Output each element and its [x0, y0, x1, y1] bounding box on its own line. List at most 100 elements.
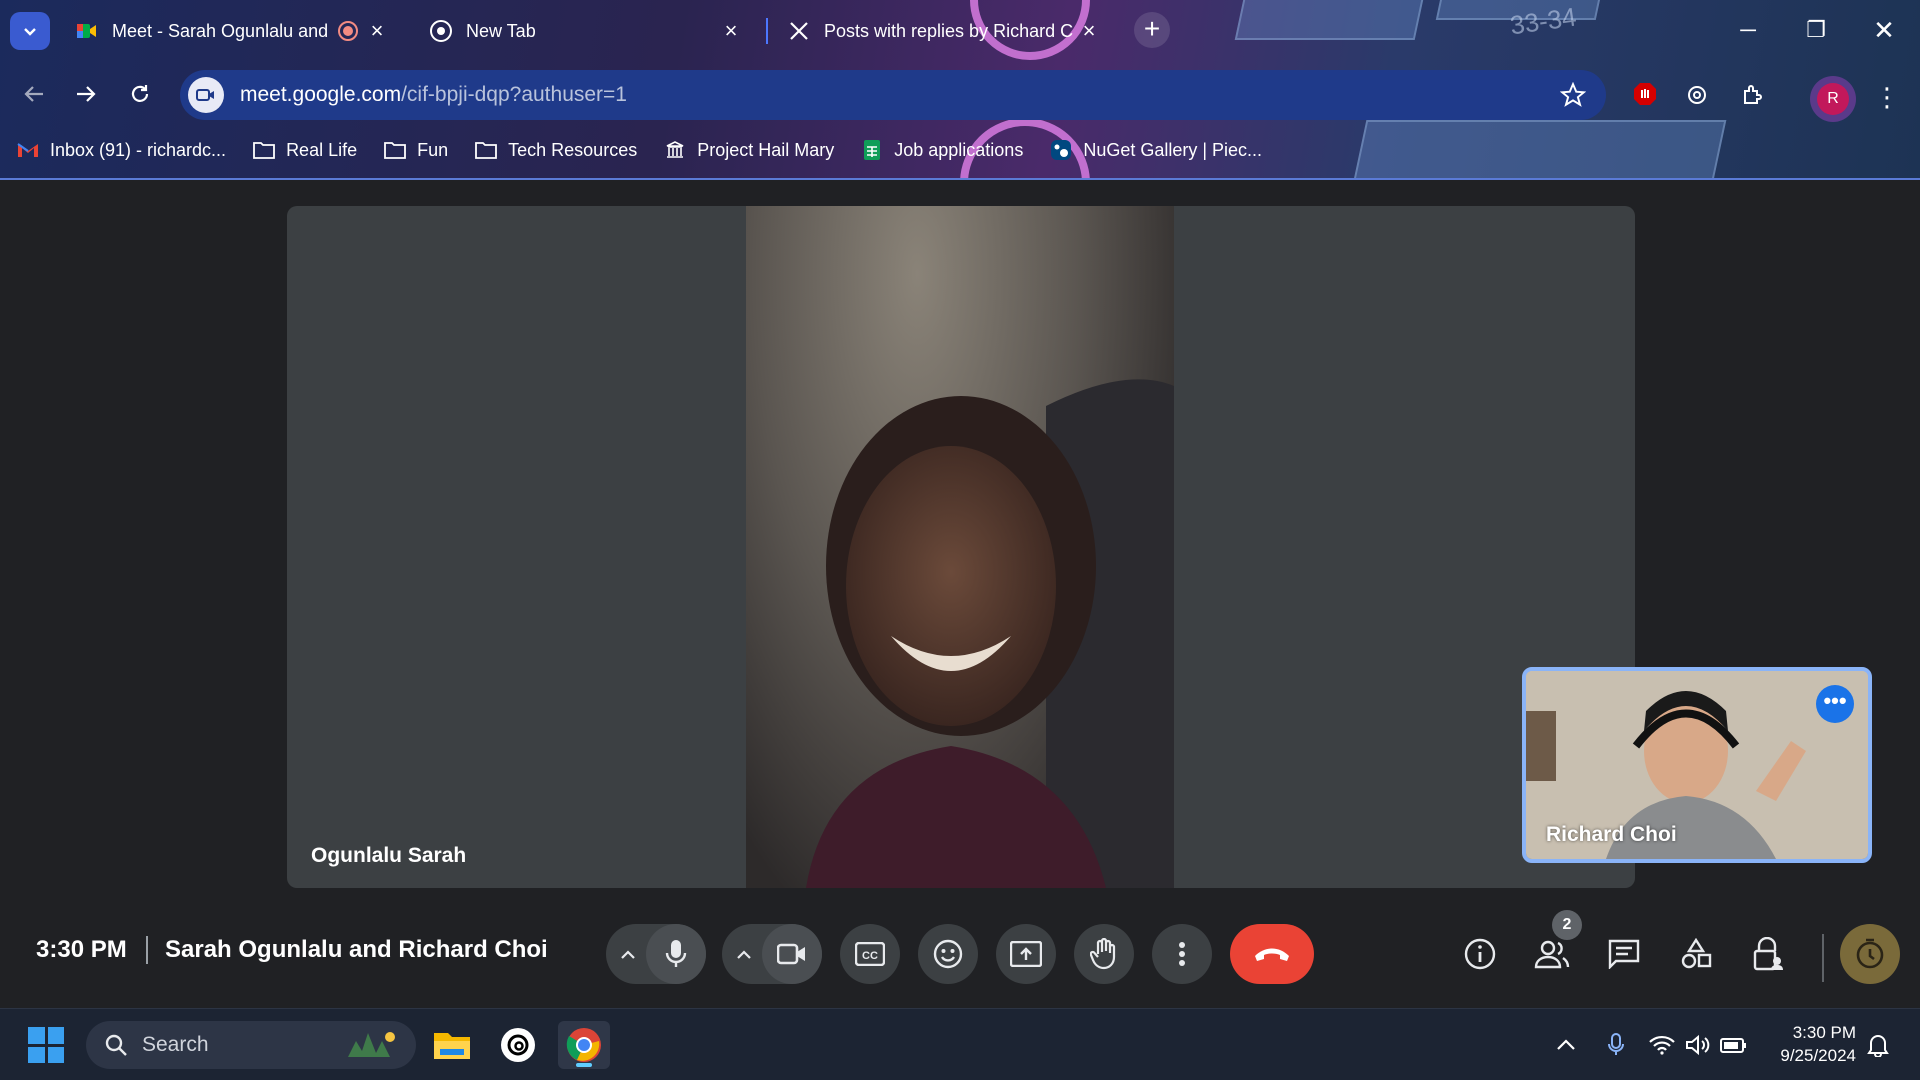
taskbar: Search 3:30 PM 9/25/2024 — [0, 1008, 1920, 1080]
microphone-in-use-icon[interactable] — [1602, 1031, 1630, 1059]
library-icon — [663, 140, 687, 160]
tab-meet[interactable]: Meet - Sarah Ogunlalu and × — [62, 10, 402, 52]
audio-settings-chevron-icon[interactable] — [606, 924, 650, 984]
leave-call-button[interactable] — [1230, 924, 1314, 984]
raise-hand-button[interactable] — [1074, 924, 1134, 984]
extension-threads-icon[interactable] — [1680, 78, 1714, 112]
meeting-details-button[interactable] — [1456, 930, 1504, 978]
present-screen-icon — [1010, 941, 1042, 967]
bookmark-label: Fun — [417, 139, 449, 160]
reload-icon — [131, 85, 149, 102]
meeting-title: Sarah Ogunlalu and Richard Choi — [165, 936, 548, 963]
recording-indicator-icon — [338, 21, 358, 41]
tab-title: New Tab — [466, 20, 536, 41]
camera-control-group — [722, 924, 822, 984]
site-info-icon[interactable] — [188, 77, 224, 113]
tab-search-button[interactable] — [10, 12, 50, 50]
end-call-icon — [1255, 948, 1289, 961]
meeting-info-divider — [146, 936, 148, 964]
video-camera-icon — [777, 943, 805, 965]
tab-divider — [766, 18, 768, 44]
more-vert-icon — [1179, 942, 1185, 966]
gmail-icon — [16, 140, 40, 160]
people-icon — [1534, 940, 1570, 969]
threads-app-button[interactable] — [492, 1021, 544, 1069]
wifi-icon[interactable] — [1648, 1031, 1676, 1059]
address-bar[interactable]: meet.google.com/cif-bpji-dqp?authuser=1 — [180, 70, 1606, 120]
more-options-button[interactable] — [1152, 924, 1212, 984]
bookmark-star-icon[interactable] — [1559, 81, 1587, 108]
threads-icon — [501, 1028, 535, 1062]
tab-x-posts[interactable]: Posts with replies by Richard Ch × — [774, 10, 1114, 52]
close-tab-icon[interactable]: × — [1078, 20, 1100, 42]
close-tab-icon[interactable]: × — [720, 20, 742, 42]
taskbar-clock[interactable]: 3:30 PM 9/25/2024 — [1768, 1021, 1856, 1067]
microphone-icon — [665, 940, 687, 967]
search-icon — [105, 1034, 127, 1056]
battery-icon[interactable] — [1720, 1031, 1748, 1059]
profile-avatar[interactable]: R — [1810, 76, 1856, 122]
participant-video-frame — [806, 379, 1174, 888]
info-icon — [1464, 938, 1496, 970]
url-path: /cif-bpji-dqp?authuser=1 — [401, 83, 627, 106]
chrome-app-button[interactable] — [558, 1021, 610, 1069]
svg-text:CC: CC — [862, 950, 878, 962]
bookmark-nuget[interactable]: NuGet Gallery | Piec... — [1049, 140, 1262, 161]
back-button[interactable] — [14, 74, 54, 114]
bookmark-label: NuGet Gallery | Piec... — [1083, 139, 1263, 160]
bookmark-fun[interactable]: Fun — [383, 140, 448, 161]
chrome-icon — [430, 20, 452, 42]
bookmark-inbox[interactable]: Inbox (91) - richardc... — [16, 140, 226, 161]
activities-button[interactable] — [1672, 930, 1720, 978]
tab-strip: Meet - Sarah Ogunlalu and × New Tab × Po… — [0, 0, 1920, 60]
lock-person-icon — [1753, 937, 1783, 971]
captions-button[interactable]: CC — [840, 924, 900, 984]
browser-toolbar: meet.google.com/cif-bpji-dqp?authuser=1 … — [0, 64, 1920, 124]
bookmark-tech-resources[interactable]: Tech Resources — [474, 140, 637, 161]
mic-button[interactable] — [646, 924, 706, 984]
search-highlight-icon — [348, 1032, 395, 1057]
notifications-bell-icon[interactable] — [1864, 1031, 1892, 1059]
camera-button[interactable] — [762, 924, 822, 984]
close-tab-icon[interactable]: × — [366, 20, 388, 42]
show-hidden-icons-chevron-icon[interactable] — [1552, 1031, 1580, 1059]
close-window-button[interactable]: ✕ — [1864, 12, 1904, 48]
folder-icon — [252, 140, 276, 160]
meet-main-area: Ogunlalu Sarah ••• Richard Choi — [0, 180, 1920, 1010]
bookmark-label: Job applications — [894, 139, 1024, 160]
new-tab-button[interactable]: + — [1134, 12, 1170, 48]
mic-control-group — [606, 924, 706, 984]
extensions-puzzle-icon[interactable] — [1736, 78, 1770, 112]
bookmark-job-applications[interactable]: Job applications — [860, 140, 1023, 161]
reactions-button[interactable] — [918, 924, 978, 984]
browser-menu-icon[interactable]: ⋮ — [1874, 82, 1900, 118]
bookmark-project-hail-mary[interactable]: Project Hail Mary — [663, 140, 834, 161]
chat-button[interactable] — [1600, 930, 1648, 978]
arrow-left-icon — [24, 86, 43, 102]
people-button[interactable] — [1528, 930, 1576, 978]
forward-button[interactable] — [66, 74, 106, 114]
tab-title: Posts with replies by Richard Ch — [824, 20, 1074, 41]
bookmark-real-life[interactable]: Real Life — [252, 140, 357, 161]
bookmark-label: Real Life — [286, 139, 358, 160]
present-screen-button[interactable] — [996, 924, 1056, 984]
restore-button[interactable]: ❐ — [1796, 12, 1836, 48]
self-view-tile[interactable]: ••• Richard Choi — [1522, 667, 1872, 863]
participant-tile-main[interactable]: Ogunlalu Sarah — [287, 206, 1635, 888]
windows-start-icon[interactable] — [28, 1027, 64, 1063]
bookmark-label: Tech Resources — [508, 139, 638, 160]
minimize-button[interactable]: ─ — [1728, 12, 1768, 48]
clock-time: 3:30 PM — [1792, 1023, 1856, 1042]
file-explorer-button[interactable] — [426, 1021, 478, 1069]
taskbar-search-box[interactable]: Search — [86, 1021, 416, 1069]
volume-icon[interactable] — [1684, 1031, 1712, 1059]
tab-new-tab[interactable]: New Tab × — [416, 10, 756, 52]
extension-stop-icon[interactable] — [1628, 78, 1662, 112]
video-settings-chevron-icon[interactable] — [722, 924, 766, 984]
reload-button[interactable] — [120, 74, 160, 114]
url-domain: meet.google.com — [240, 83, 402, 106]
host-controls-button[interactable] — [1744, 930, 1792, 978]
sheets-icon — [860, 140, 884, 160]
meeting-timer-button[interactable] — [1840, 924, 1900, 984]
self-view-more-options-button[interactable]: ••• — [1816, 685, 1854, 723]
